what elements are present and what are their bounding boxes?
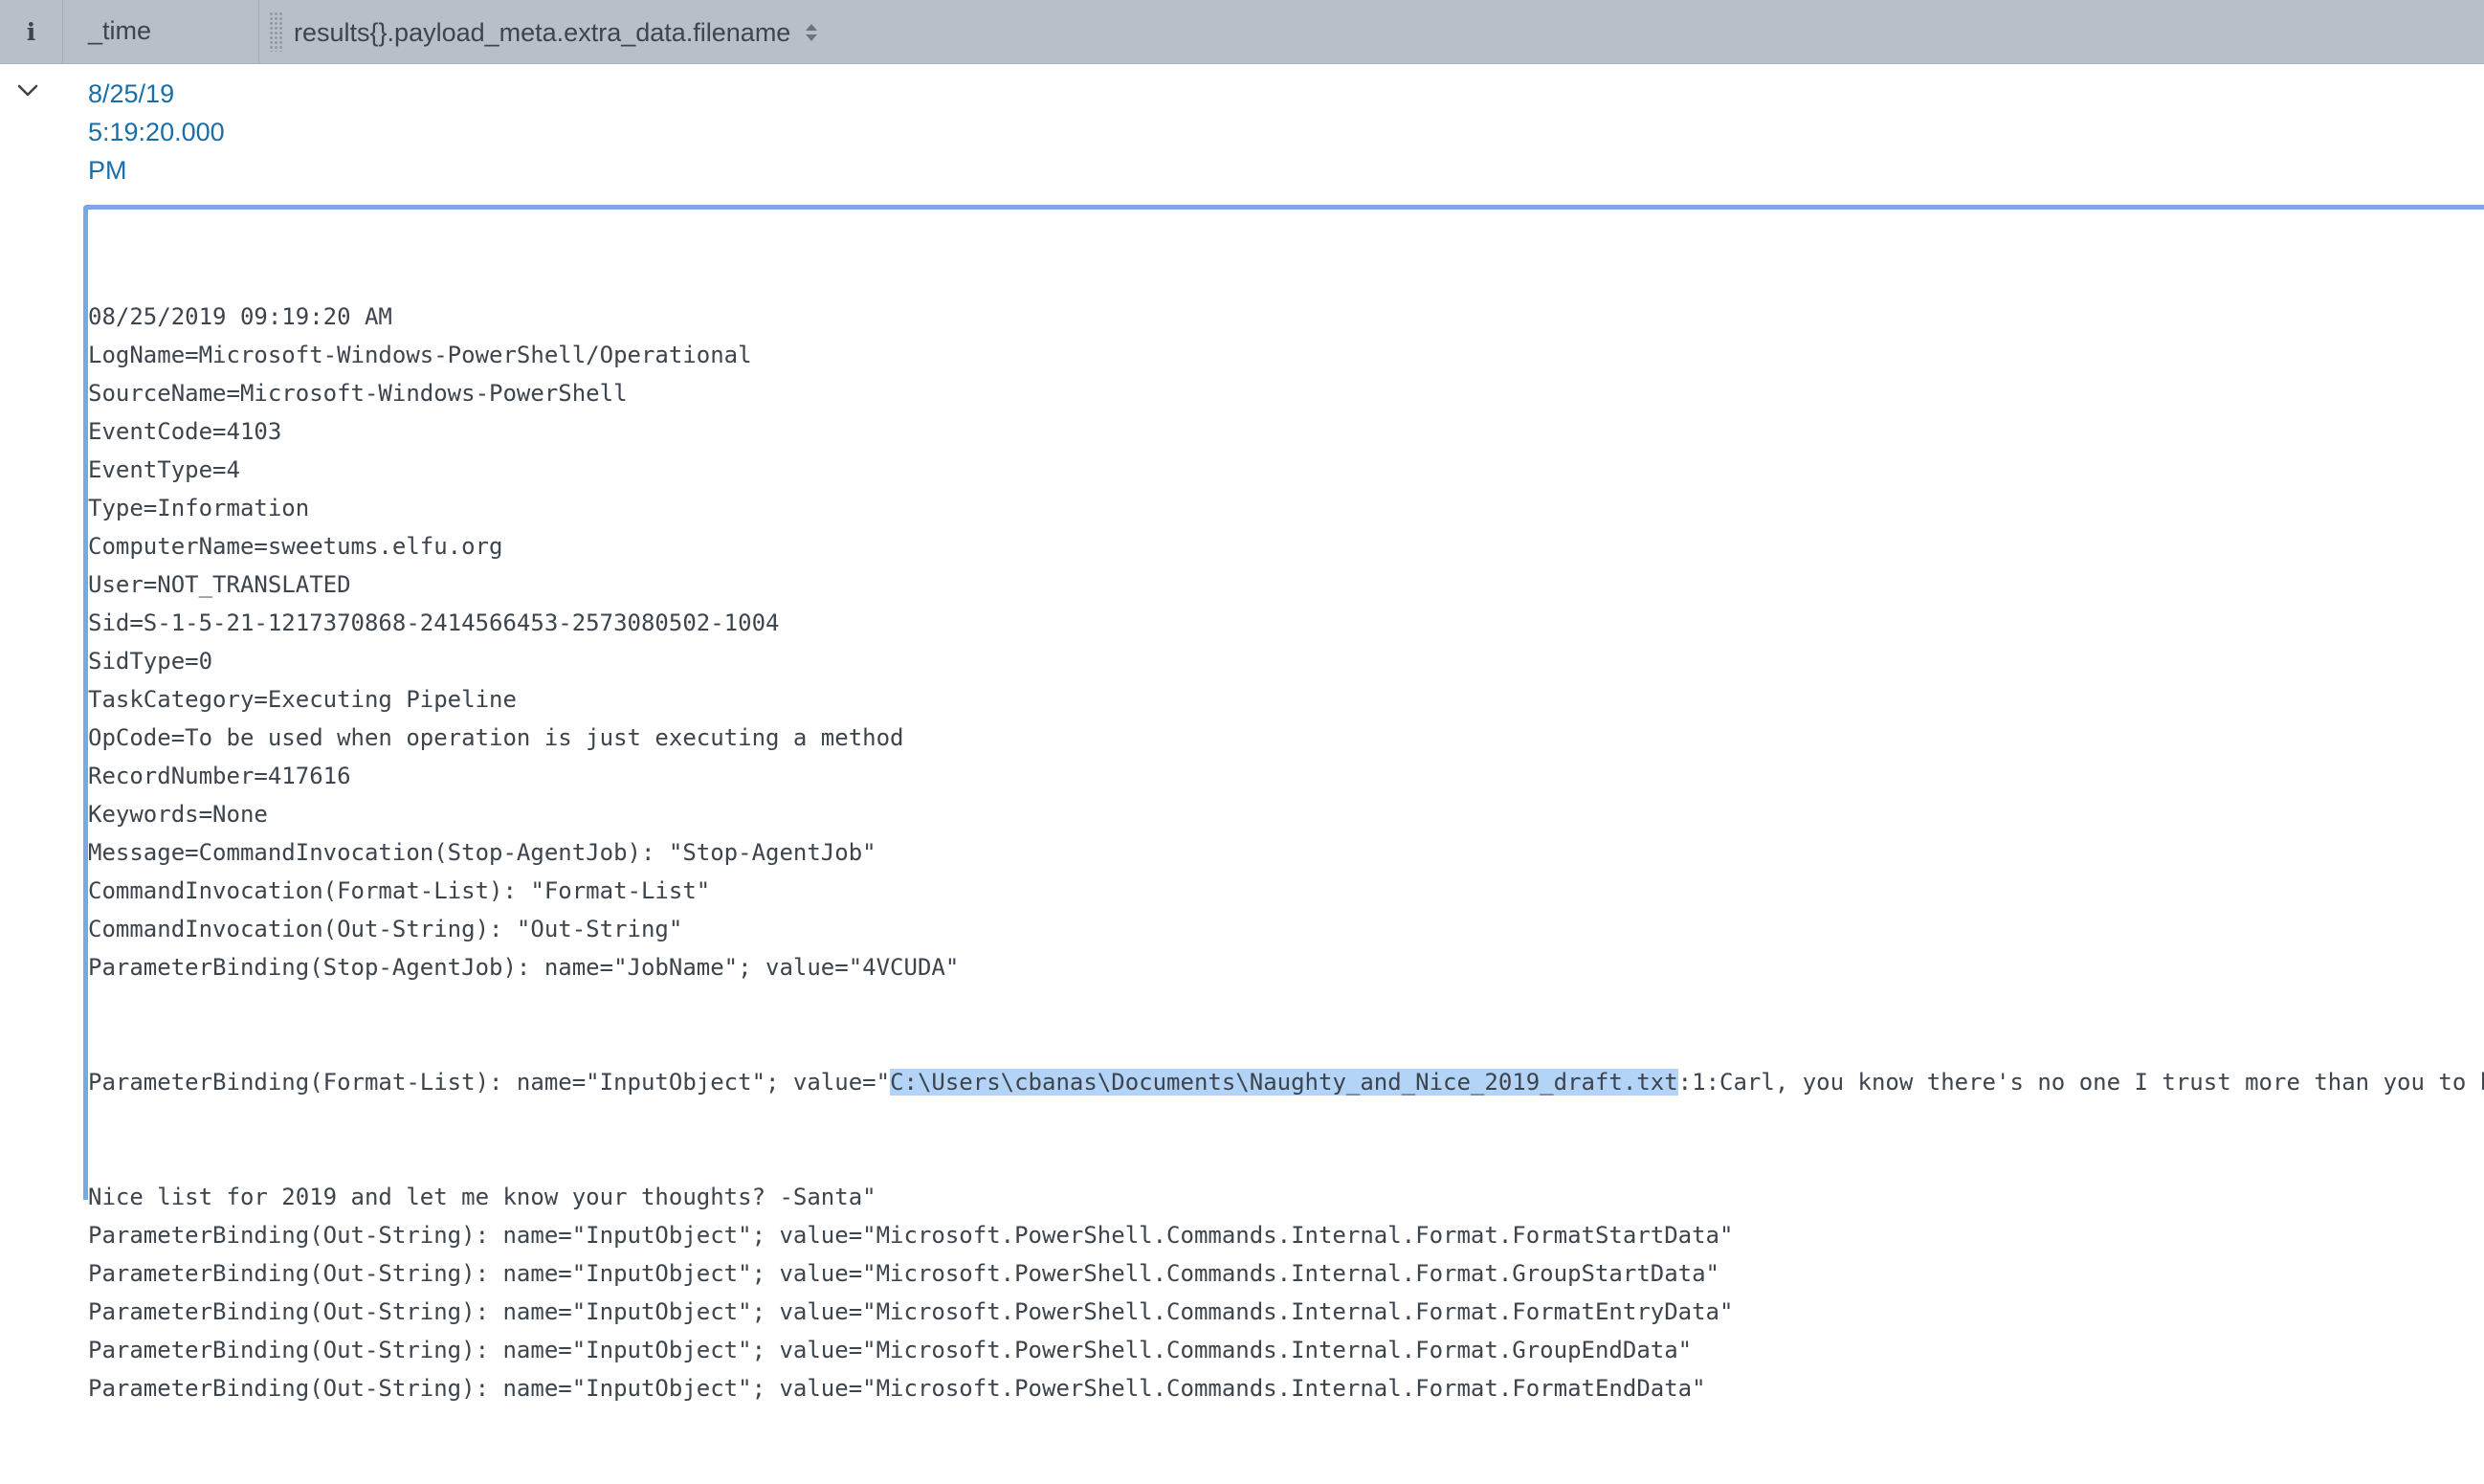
time-column-header[interactable]: _time (63, 0, 259, 63)
results-table-header: i _time results{}.payload_meta.extra_dat… (0, 0, 2484, 64)
event-line: EventType=4 (88, 456, 240, 483)
event-line: 08/25/2019 09:19:20 AM (88, 303, 392, 330)
event-line: ParameterBinding(Out-String): name="Inpu… (88, 1298, 1734, 1325)
filename-column-label: results{}.payload_meta.extra_data.filena… (294, 18, 791, 47)
drag-handle-icon[interactable] (269, 11, 282, 52)
event-line: CommandInvocation(Out-String): "Out-Stri… (88, 916, 683, 942)
event-line-prefix: ParameterBinding(Format-List): name="Inp… (88, 1069, 891, 1096)
event-line: OpCode=To be used when operation is just… (88, 724, 904, 751)
event-line: LogName=Microsoft-Windows-PowerShell/Ope… (88, 342, 752, 368)
time-column-label: _time (88, 16, 152, 45)
event-line: ParameterBinding(Out-String): name="Inpu… (88, 1222, 1734, 1249)
filename-column-header[interactable]: results{}.payload_meta.extra_data.filena… (259, 0, 2484, 63)
event-line: CommandInvocation(Format-List): "Format-… (88, 877, 711, 904)
event-line: SourceName=Microsoft-Windows-PowerShell (88, 380, 628, 407)
event-line-suffix: :1:Carl, you know there's no one I trust… (1677, 1069, 2484, 1096)
event-line: Sid=S-1-5-21-1217370868-2414566453-25730… (88, 609, 780, 636)
event-line: RecordNumber=417616 (88, 763, 351, 789)
event-line: Type=Information (88, 495, 310, 521)
event-line-selected[interactable]: ParameterBinding(Format-List): name="Inp… (88, 1063, 2484, 1101)
event-line: Nice list for 2019 and let me know your … (88, 1184, 876, 1210)
timestamp-ampm: PM (88, 156, 127, 185)
event-line: ParameterBinding(Out-String): name="Inpu… (88, 1260, 1720, 1287)
event-line: SidType=0 (88, 648, 213, 675)
sort-icon[interactable] (805, 23, 818, 42)
event-line: Keywords=None (88, 801, 268, 828)
timestamp-date: 8/25/19 (88, 79, 175, 108)
info-icon: i (26, 17, 36, 46)
info-column-header[interactable]: i (0, 0, 63, 63)
event-line: EventCode=4103 (88, 418, 282, 445)
raw-event-panel[interactable]: 08/25/2019 09:19:20 AM LogName=Microsoft-… (83, 205, 2484, 1402)
event-line: TaskCategory=Executing Pipeline (88, 686, 517, 713)
event-line: Message=CommandInvocation(Stop-AgentJob)… (88, 839, 876, 866)
selected-filename[interactable]: C:\Users\cbanas\Documents\Naughty_and_Ni… (890, 1069, 1678, 1096)
event-line: ComputerName=sweetums.elfu.org (88, 533, 503, 560)
chevron-down-icon[interactable] (15, 78, 40, 103)
raw-event-text[interactable]: 08/25/2019 09:19:20 AM LogName=Microsoft-… (88, 221, 2484, 1484)
event-line: User=NOT_TRANSLATED (88, 571, 351, 598)
event-line: ParameterBinding(Out-String): name="Inpu… (88, 1337, 1693, 1363)
event-line: ParameterBinding(Stop-AgentJob): name="J… (88, 954, 960, 981)
timestamp-clock: 5:19:20.000 (88, 118, 225, 146)
event-timestamp[interactable]: 8/25/19 5:19:20.000 PM (88, 75, 225, 189)
event-line: ParameterBinding(Out-String): name="Inpu… (88, 1375, 1706, 1402)
